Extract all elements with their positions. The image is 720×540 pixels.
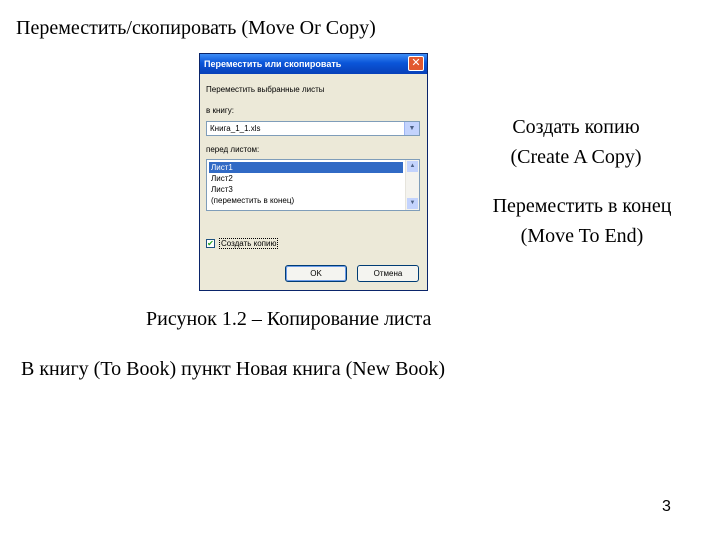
annotation-create-copy-ru: Создать копию	[512, 116, 640, 138]
annotation-move-to-end: Переместить в конец (Move To End)	[466, 191, 698, 251]
page-number: 3	[662, 498, 671, 515]
annotation-create-copy: Создать копию (Create A Copy)	[486, 112, 666, 172]
close-icon[interactable]: ✕	[408, 56, 424, 71]
annotation-move-to-end-ru: Переместить в конец	[492, 195, 672, 217]
list-item[interactable]: Лист1	[209, 162, 403, 173]
figure-caption: Рисунок 1.2 – Копирование листа	[146, 308, 432, 330]
book-select[interactable]: Книга_1_1.xls ▼	[206, 121, 420, 136]
scroll-up-icon[interactable]: ▲	[407, 161, 418, 172]
list-item[interactable]: Лист3	[209, 184, 235, 195]
create-copy-checkbox[interactable]: ✔	[206, 239, 215, 248]
note-text: В книгу (To Book) пункт Новая книга (New…	[21, 358, 446, 380]
scroll-down-icon[interactable]: ▼	[407, 198, 418, 209]
chevron-down-icon[interactable]: ▼	[404, 122, 419, 135]
list-scrollbar[interactable]: ▲ ▼	[405, 160, 419, 210]
cancel-button[interactable]: Отмена	[357, 265, 419, 282]
dialog-prompt: Переместить выбранные листы	[206, 85, 325, 94]
annotation-move-to-end-en: (Move To End)	[520, 225, 644, 247]
book-label: в книгу:	[206, 106, 234, 115]
before-sheet-label: перед листом:	[206, 145, 260, 154]
ok-button[interactable]: OK	[285, 265, 347, 282]
create-copy-label: Создать копию	[219, 238, 279, 249]
book-select-value: Книга_1_1.xls	[210, 124, 261, 133]
dialog-titlebar: Переместить или скопировать	[200, 54, 427, 74]
slide-title: Переместить/скопировать (Move Or Copy)	[16, 17, 376, 39]
sheet-list[interactable]: Лист1 Лист2 Лист3 (переместить в конец) …	[206, 159, 420, 211]
list-item[interactable]: (переместить в конец)	[209, 195, 296, 206]
list-item[interactable]: Лист2	[209, 173, 235, 184]
annotation-create-copy-en: (Create A Copy)	[510, 146, 642, 168]
move-copy-dialog: Переместить или скопировать ✕ Переместит…	[199, 53, 428, 291]
